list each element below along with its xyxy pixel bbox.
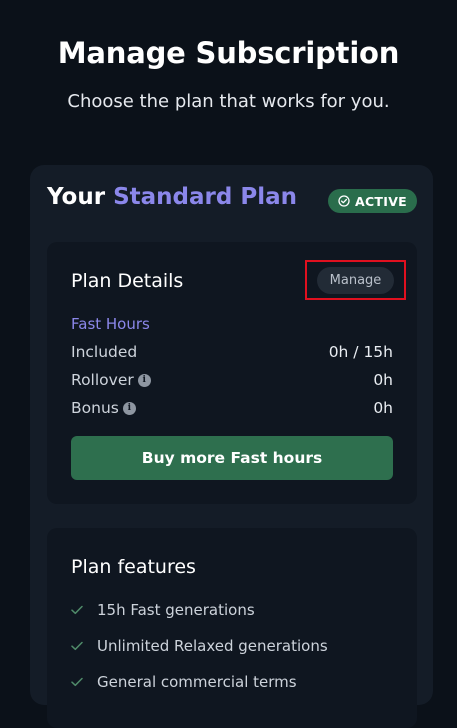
check-icon bbox=[71, 641, 83, 651]
feature-item: General commercial terms bbox=[71, 673, 297, 691]
included-label-text: Included bbox=[71, 343, 138, 361]
bonus-value: 0h bbox=[373, 399, 393, 417]
rollover-label: Rollover i bbox=[71, 371, 151, 389]
check-icon bbox=[71, 677, 83, 687]
status-badge: ACTIVE bbox=[328, 189, 417, 213]
plan-heading-prefix: Your bbox=[47, 184, 106, 210]
plan-heading: Your Standard Plan bbox=[47, 184, 297, 210]
status-badge-label: ACTIVE bbox=[354, 193, 408, 209]
feature-item-label: 15h Fast generations bbox=[97, 601, 255, 619]
feature-item: 15h Fast generations bbox=[71, 601, 255, 619]
bonus-label: Bonus i bbox=[71, 399, 136, 417]
plan-name: Standard Plan bbox=[113, 184, 297, 210]
info-icon[interactable]: i bbox=[137, 373, 151, 387]
rollover-label-text: Rollover bbox=[71, 371, 134, 389]
rollover-value: 0h bbox=[373, 371, 393, 389]
bonus-label-text: Bonus bbox=[71, 399, 119, 417]
page-subtitle: Choose the plan that works for you. bbox=[67, 91, 390, 112]
info-icon[interactable]: i bbox=[122, 401, 136, 415]
page-title: Manage Subscription bbox=[57, 36, 400, 70]
included-label: Included bbox=[71, 343, 137, 361]
feature-item-label: Unlimited Relaxed generations bbox=[97, 637, 328, 655]
feature-item-label: General commercial terms bbox=[97, 673, 297, 691]
manage-button[interactable]: Manage bbox=[317, 267, 394, 294]
buy-more-fast-hours-button[interactable]: Buy more Fast hours bbox=[71, 436, 393, 480]
feature-item: Unlimited Relaxed generations bbox=[71, 637, 328, 655]
plan-details-title: Plan Details bbox=[71, 270, 184, 292]
check-icon bbox=[71, 605, 83, 615]
plan-features-title: Plan features bbox=[71, 556, 196, 578]
check-circle-icon bbox=[338, 195, 350, 207]
included-value: 0h / 15h bbox=[328, 343, 393, 361]
fast-hours-label: Fast Hours bbox=[71, 315, 150, 333]
